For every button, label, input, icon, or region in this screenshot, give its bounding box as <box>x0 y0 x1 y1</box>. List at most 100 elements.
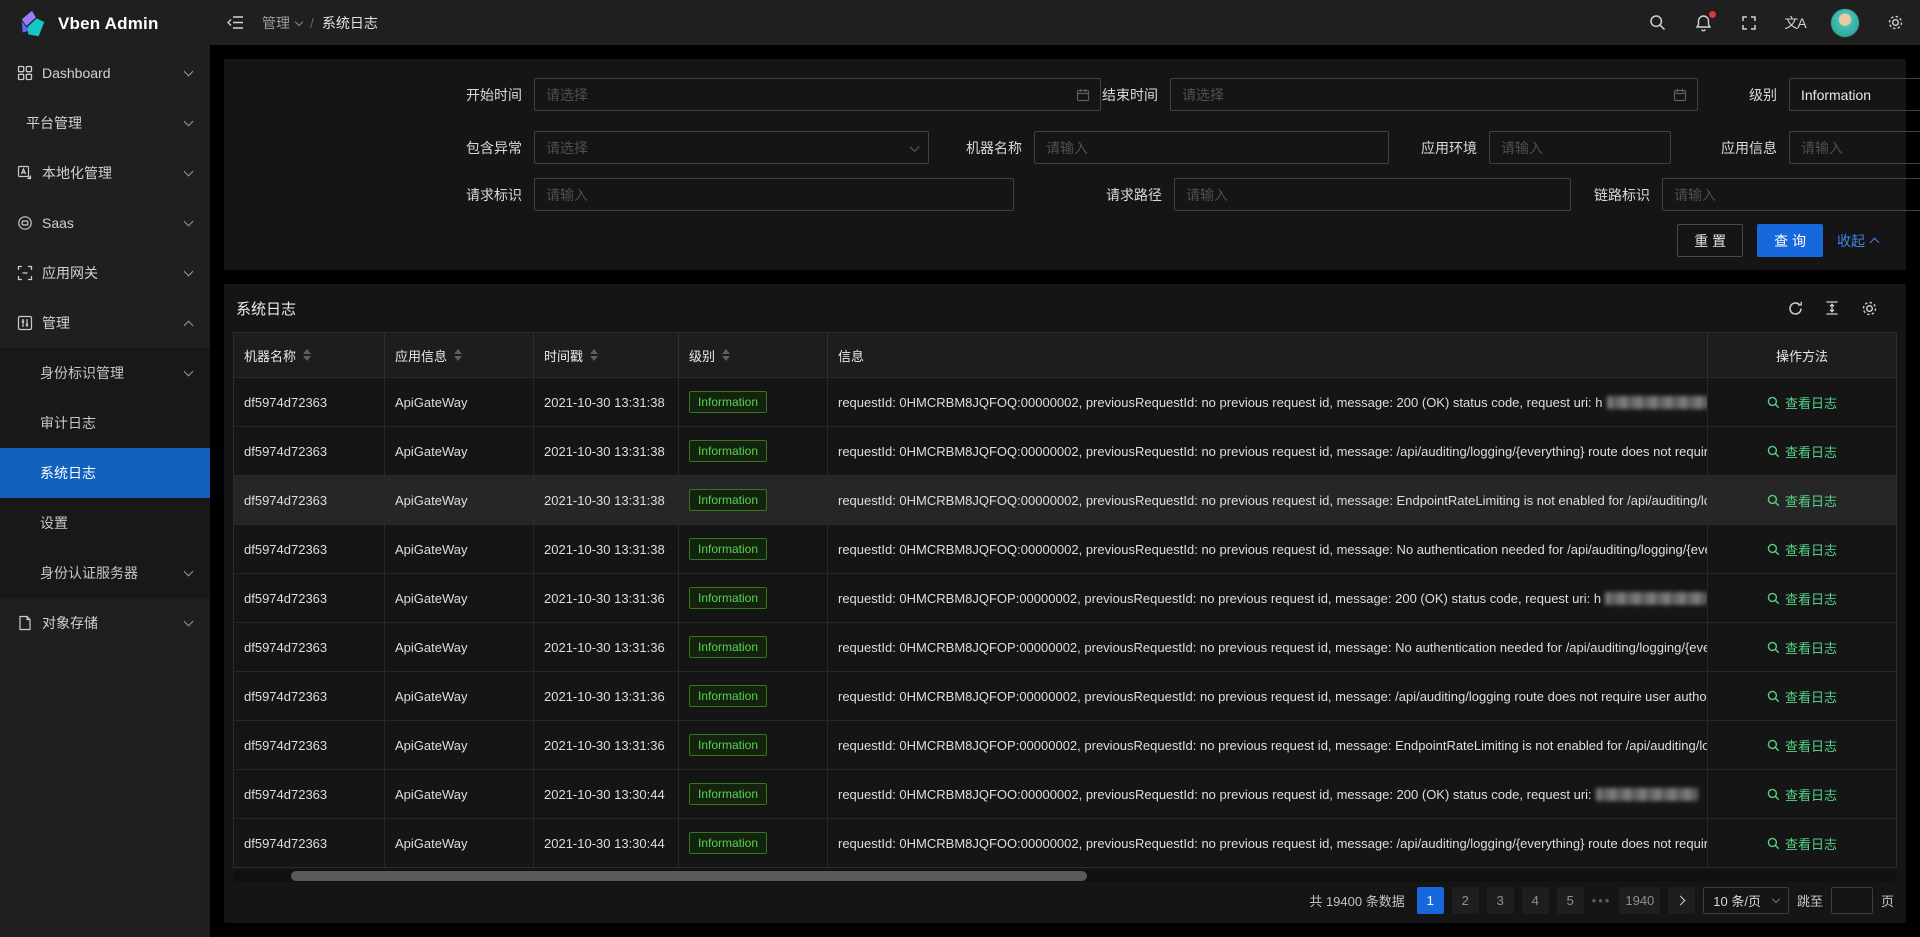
placeholder-text: 请选择 <box>546 138 588 158</box>
page-size-select[interactable]: 10 条/页 <box>1703 887 1789 914</box>
table-row[interactable]: df5974d72363 ApiGateWay 2021-10-30 13:31… <box>234 426 1896 475</box>
message-text: requestId: 0HMCRBM8JQFOO:00000002, previ… <box>838 836 1708 851</box>
table-row[interactable]: df5974d72363 ApiGateWay 2021-10-30 13:31… <box>234 377 1896 426</box>
jump-page-input[interactable] <box>1831 887 1873 914</box>
table-row[interactable]: df5974d72363 ApiGateWay 2021-10-30 13:31… <box>234 573 1896 622</box>
page-button-4[interactable]: 4 <box>1522 887 1549 914</box>
view-log-link[interactable]: 查看日志 <box>1767 589 1837 608</box>
next-page-button[interactable] <box>1668 887 1695 914</box>
filter-field-start-time: 开始时间 请选择 <box>414 78 1101 111</box>
table-header-row: 机器名称 应用信息 时间戳 级别 信息 操作方法 <box>234 333 1896 377</box>
notification-bell-icon[interactable] <box>1692 12 1714 34</box>
view-log-link[interactable]: 查看日志 <box>1767 834 1837 853</box>
menu-fold-icon[interactable] <box>222 10 248 36</box>
view-log-link[interactable]: 查看日志 <box>1767 785 1837 804</box>
view-log-link[interactable]: 查看日志 <box>1767 393 1837 412</box>
sidebar-item-label: 管理 <box>42 313 185 333</box>
cell-app: ApiGateWay <box>385 476 534 524</box>
column-header-level[interactable]: 级别 <box>679 333 828 377</box>
refresh-icon[interactable] <box>1786 299 1804 317</box>
sidebar-item-audit-log[interactable]: 审计日志 <box>0 398 210 448</box>
view-log-link[interactable]: 查看日志 <box>1767 736 1837 755</box>
view-log-link[interactable]: 查看日志 <box>1767 442 1837 461</box>
table-row[interactable]: df5974d72363 ApiGateWay 2021-10-30 13:31… <box>234 720 1896 769</box>
query-button[interactable]: 查 询 <box>1757 224 1823 257</box>
breadcrumb: 管理 / 系统日志 <box>262 13 378 33</box>
page-button-2[interactable]: 2 <box>1452 887 1479 914</box>
user-avatar[interactable] <box>1830 8 1860 38</box>
request-id-input[interactable]: 请输入 <box>534 178 1014 211</box>
breadcrumb-section[interactable]: 管理 <box>262 13 302 33</box>
sidebar-item-identity-mgmt[interactable]: 身份标识管理 <box>0 348 210 398</box>
page-button-1[interactable]: 1 <box>1417 887 1444 914</box>
has-exception-select[interactable]: 请选择 <box>534 131 929 164</box>
top-header: 管理 / 系统日志 文A <box>210 0 1920 45</box>
sidebar-item-saas[interactable]: Saas <box>0 198 210 248</box>
table-row[interactable]: df5974d72363 ApiGateWay 2021-10-30 13:31… <box>234 671 1896 720</box>
column-header-timestamp[interactable]: 时间戳 <box>534 333 679 377</box>
level-select[interactable]: Information <box>1789 78 1920 111</box>
machine-name-input[interactable]: 请输入 <box>1034 131 1389 164</box>
table-row[interactable]: df5974d72363 ApiGateWay 2021-10-30 13:31… <box>234 524 1896 573</box>
cell-level: Information <box>679 623 828 671</box>
fullscreen-icon[interactable] <box>1738 12 1760 34</box>
breadcrumb-separator: / <box>310 15 314 31</box>
sidebar-item-platform[interactable]: 平台管理 <box>0 98 210 148</box>
sidebar-item-manage[interactable]: 管理 <box>0 298 210 348</box>
reset-button[interactable]: 重 置 <box>1677 224 1743 257</box>
field-label: 链路标识 <box>1542 185 1662 205</box>
column-label: 应用信息 <box>395 346 447 365</box>
language-icon[interactable]: 文A <box>1784 12 1806 34</box>
sort-icon[interactable] <box>722 349 730 361</box>
table-row[interactable]: df5974d72363 ApiGateWay 2021-10-30 13:30… <box>234 769 1896 818</box>
sidebar: Vben Admin Dashboard 平台管理 本地化管理 <box>0 0 210 937</box>
column-header-machine[interactable]: 机器名称 <box>234 333 385 377</box>
view-log-label: 查看日志 <box>1785 687 1837 706</box>
page-button-5[interactable]: 5 <box>1557 887 1584 914</box>
table-row[interactable]: df5974d72363 ApiGateWay 2021-10-30 13:30… <box>234 818 1896 867</box>
view-log-link[interactable]: 查看日志 <box>1767 687 1837 706</box>
sidebar-item-label: 应用网关 <box>42 263 185 283</box>
view-log-link[interactable]: 查看日志 <box>1767 540 1837 559</box>
view-log-link[interactable]: 查看日志 <box>1767 638 1837 657</box>
logo[interactable]: Vben Admin <box>0 0 210 48</box>
sidebar-item-gateway[interactable]: 应用网关 <box>0 248 210 298</box>
column-label: 时间戳 <box>544 346 583 365</box>
cell-message: requestId: 0HMCRBM8JQFOQ:00000002, previ… <box>828 476 1708 524</box>
collapse-link[interactable]: 收起 <box>1837 231 1878 251</box>
page-button-3[interactable]: 3 <box>1487 887 1514 914</box>
cell-machine: df5974d72363 <box>234 378 385 426</box>
sidebar-item-auth-server[interactable]: 身份认证服务器 <box>0 548 210 598</box>
sidebar-item-object-storage[interactable]: 对象存储 <box>0 598 210 648</box>
table-row[interactable]: df5974d72363 ApiGateWay 2021-10-30 13:31… <box>234 622 1896 671</box>
start-time-input[interactable]: 请选择 <box>534 78 1101 111</box>
sort-icon[interactable] <box>454 349 462 361</box>
sidebar-item-settings[interactable]: 设置 <box>0 498 210 548</box>
sidebar-item-dashboard[interactable]: Dashboard <box>0 48 210 98</box>
sort-icon[interactable] <box>303 349 311 361</box>
cell-timestamp: 2021-10-30 13:31:38 <box>534 427 679 475</box>
sidebar-item-localization[interactable]: 本地化管理 <box>0 148 210 198</box>
app-info-input[interactable]: 请输入 <box>1789 131 1920 164</box>
trace-id-input[interactable]: 请输入 <box>1662 178 1920 211</box>
settings-gear-icon[interactable] <box>1884 12 1906 34</box>
pagination-ellipsis[interactable]: ••• <box>1592 893 1612 908</box>
app-env-input[interactable]: 请输入 <box>1489 131 1671 164</box>
sort-icon[interactable] <box>590 349 598 361</box>
row-height-icon[interactable] <box>1823 299 1841 317</box>
sidebar-item-system-log[interactable]: 系统日志 <box>0 448 210 498</box>
table-row[interactable]: df5974d72363 ApiGateWay 2021-10-30 13:31… <box>234 475 1896 524</box>
level-badge: Information <box>689 489 767 511</box>
end-time-input[interactable]: 请选择 <box>1170 78 1698 111</box>
view-log-link[interactable]: 查看日志 <box>1767 491 1837 510</box>
request-path-input[interactable]: 请输入 <box>1174 178 1571 211</box>
search-icon[interactable] <box>1646 12 1668 34</box>
column-settings-gear-icon[interactable] <box>1860 299 1878 317</box>
sliders-icon <box>17 315 33 331</box>
chevron-down-icon <box>184 366 194 376</box>
page-button-last[interactable]: 1940 <box>1619 887 1660 914</box>
filter-field-machine-name: 机器名称 请输入 <box>914 131 1389 164</box>
horizontal-scrollbar[interactable] <box>233 870 1897 882</box>
scrollbar-thumb[interactable] <box>291 871 1087 881</box>
column-header-app[interactable]: 应用信息 <box>385 333 534 377</box>
